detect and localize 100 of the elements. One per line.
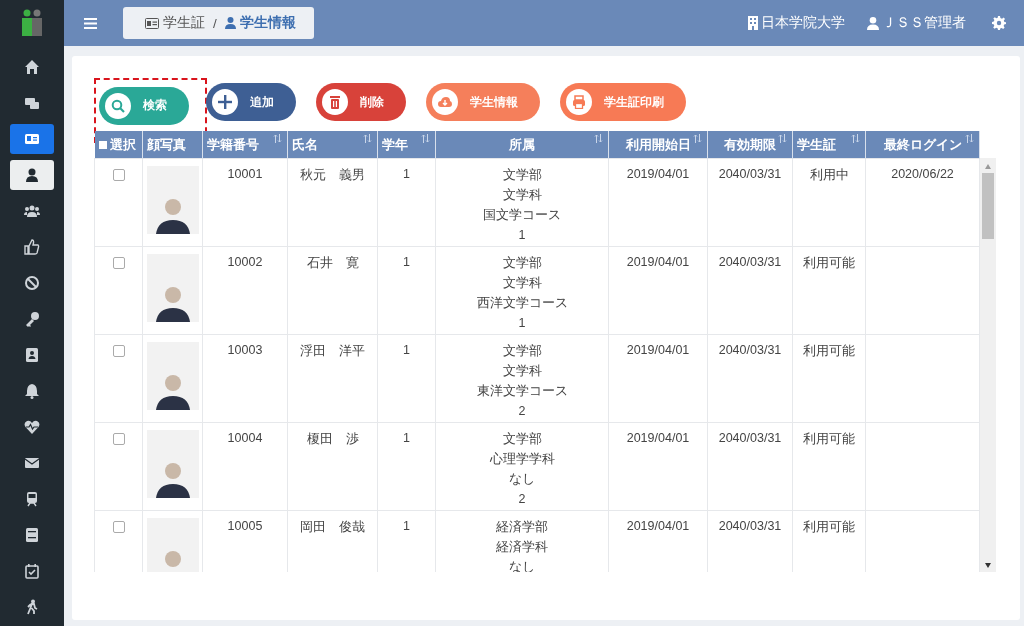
settings-icon[interactable] <box>992 16 1006 30</box>
download-button[interactable]: 学生情報 <box>426 83 540 121</box>
affiliation-line: 文学部 <box>501 167 543 183</box>
column-header[interactable]: 学生証 <box>792 131 866 159</box>
table-cell: 利用可能 <box>792 246 866 335</box>
affiliation-line: 2 <box>517 491 527 507</box>
sort-icon[interactable] <box>693 134 702 143</box>
column-header[interactable]: 学籍番号 <box>202 131 288 159</box>
delete-button[interactable]: 削除 <box>316 83 406 121</box>
table-cell: 1 <box>377 158 436 247</box>
affiliation-line: 文学科 <box>501 275 543 291</box>
affiliation-line: 経済学部 <box>495 519 549 535</box>
affiliation-line: 文学部 <box>501 255 543 271</box>
bell-icon <box>24 383 40 399</box>
row-checkbox[interactable] <box>112 433 125 445</box>
affiliation-line: 文学科 <box>501 187 543 203</box>
sidebar-item[interactable] <box>10 160 54 190</box>
sort-icon[interactable] <box>851 134 860 143</box>
breadcrumb-item[interactable]: 学生証 <box>163 14 205 32</box>
table-cell: 2019/04/01 <box>608 422 708 511</box>
sort-icon[interactable] <box>273 134 282 143</box>
column-header: 選択 <box>94 131 143 159</box>
walking-person-icon <box>24 599 40 615</box>
column-header[interactable]: 利用開始日 <box>608 131 708 159</box>
table-cell: 秋元 義男 <box>287 158 378 247</box>
table-cell: 10004 <box>202 422 288 511</box>
user-icon <box>24 167 40 183</box>
table-cell: 2019/04/01 <box>608 246 708 335</box>
affiliation-line: 文学科 <box>501 363 543 379</box>
print-button[interactable]: 学生証印刷 <box>560 83 686 121</box>
train-icon <box>24 491 40 507</box>
contact-card-icon <box>24 347 40 363</box>
scroll-thumb[interactable] <box>982 173 994 239</box>
menu-icon[interactable] <box>84 17 97 29</box>
key-icon <box>24 311 40 327</box>
logo-icon <box>21 9 43 37</box>
affiliation-line: 1 <box>517 315 527 331</box>
table-cell: 2040/03/31 <box>707 246 793 335</box>
sort-icon[interactable] <box>594 134 603 143</box>
table-cell: 2020/06/22 <box>865 158 980 247</box>
sort-icon[interactable] <box>965 134 974 143</box>
table-cell: 1 <box>377 422 436 511</box>
affiliation-line: 経済学科 <box>495 539 549 555</box>
table-cell: 2040/03/31 <box>707 158 793 247</box>
table-cell: 1 <box>377 334 436 423</box>
table-cell: 10003 <box>202 334 288 423</box>
book-icon <box>24 527 40 543</box>
envelope-icon <box>24 455 40 471</box>
plus-icon <box>218 95 232 109</box>
affiliation-line: 心理学学科 <box>488 451 556 467</box>
user-icon <box>867 16 879 30</box>
table-cell: 10002 <box>202 246 288 335</box>
table-cell: 利用可能 <box>792 334 866 423</box>
affiliation-line: 国文学コース <box>482 207 562 223</box>
column-header[interactable]: 所属 <box>435 131 609 159</box>
breadcrumb-separator: / <box>213 15 217 31</box>
sort-icon[interactable] <box>421 134 430 143</box>
table-cell: 浮田 洋平 <box>287 334 378 423</box>
column-header[interactable]: 有効期限 <box>707 131 793 159</box>
ban-icon <box>24 275 40 291</box>
scroll-down-icon[interactable] <box>985 563 991 568</box>
calendar-check-icon <box>24 563 40 579</box>
table-cell: 2040/03/31 <box>707 422 793 511</box>
row-checkbox[interactable] <box>112 257 125 269</box>
table-cell: 2040/03/31 <box>707 334 793 423</box>
search-icon <box>111 98 125 113</box>
row-checkbox[interactable] <box>112 169 125 181</box>
users-icon <box>24 203 40 219</box>
row-checkbox[interactable] <box>112 345 125 357</box>
row-checkbox[interactable] <box>112 521 125 533</box>
affiliation-line: 東洋文学コース <box>475 383 569 399</box>
sort-icon[interactable] <box>363 134 372 143</box>
scrollbar[interactable] <box>980 158 996 572</box>
affiliation-line: 文学部 <box>501 343 543 359</box>
table-cell: 2019/04/01 <box>608 158 708 247</box>
column-header[interactable]: 最終ログイン <box>865 131 980 159</box>
affiliation-line: 2 <box>517 403 527 419</box>
table-cell: 利用中 <box>792 158 866 247</box>
user-icon <box>224 17 236 29</box>
add-button[interactable]: 追加 <box>206 83 296 121</box>
table-cell: 石井 寛 <box>287 246 378 335</box>
thumbs-up-icon <box>24 239 40 255</box>
trash-icon <box>328 95 342 109</box>
table-cell: 利用可能 <box>792 422 866 511</box>
column-header[interactable]: 学年 <box>377 131 436 159</box>
column-header[interactable]: 氏名 <box>287 131 378 159</box>
cloud-download-icon <box>438 95 452 109</box>
home-icon <box>24 59 40 75</box>
breadcrumb-item: 学生情報 <box>239 14 296 32</box>
search-button[interactable]: 検索 <box>99 86 189 125</box>
affiliation-line: 文学部 <box>501 431 543 447</box>
user-name[interactable]: ＪＳＳ管理者 <box>882 14 966 32</box>
sort-icon[interactable] <box>778 134 787 143</box>
table-cell: 1 <box>377 246 436 335</box>
university-name: 日本学院大学 <box>761 14 845 32</box>
building-icon <box>748 16 758 30</box>
column-header: 顔写真 <box>142 131 203 159</box>
affiliation-line: なし <box>508 471 536 487</box>
printer-icon <box>572 95 586 109</box>
scroll-up-icon[interactable] <box>985 164 991 169</box>
